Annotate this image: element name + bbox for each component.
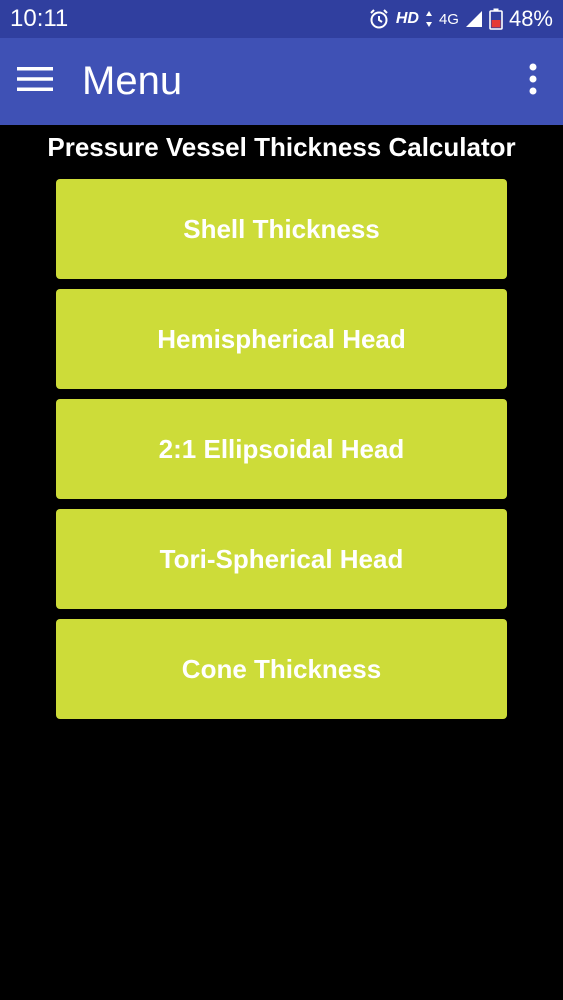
calculator-menu: Shell Thickness Hemispherical Head 2:1 E… <box>56 179 507 719</box>
hamburger-menu-button[interactable] <box>0 38 70 125</box>
hemispherical-head-button[interactable]: Hemispherical Head <box>56 289 507 389</box>
battery-percent: 48% <box>508 6 553 31</box>
page-heading: Pressure Vessel Thickness Calculator <box>47 132 516 162</box>
ellipsoidal-head-button[interactable]: 2:1 Ellipsoidal Head <box>56 399 507 499</box>
alarm-icon <box>368 8 390 30</box>
battery-icon <box>489 8 503 30</box>
tori-spherical-head-button[interactable]: Tori-Spherical Head <box>56 509 507 609</box>
app-bar: Menu <box>0 38 563 125</box>
cone-thickness-button[interactable]: Cone Thickness <box>56 619 507 719</box>
hd-indicator: HD <box>395 10 419 27</box>
status-icons: HD 4G 48% <box>368 6 553 32</box>
network-type: 4G <box>438 10 459 28</box>
overflow-menu-button[interactable] <box>503 38 563 125</box>
hamburger-menu-icon <box>17 66 53 97</box>
app-title: Menu <box>82 59 183 103</box>
shell-thickness-button[interactable]: Shell Thickness <box>56 179 507 279</box>
status-bar: 10:11 HD 4G 48% <box>0 0 563 38</box>
data-arrows-icon <box>425 10 433 28</box>
status-time: 10:11 <box>10 5 69 32</box>
more-vert-icon <box>529 63 537 100</box>
signal-icon <box>465 10 483 28</box>
